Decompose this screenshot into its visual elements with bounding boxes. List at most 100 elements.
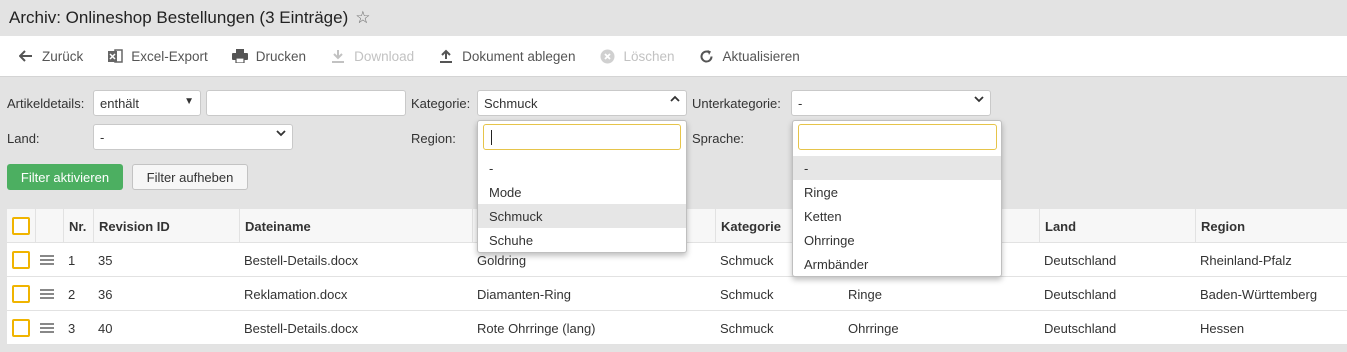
kategorie-option[interactable]: - bbox=[478, 156, 686, 180]
row-checkbox-cell bbox=[7, 277, 30, 311]
title-bar: Archiv: Onlineshop Bestellungen (3 Eintr… bbox=[0, 0, 1347, 36]
delete-label: Löschen bbox=[623, 48, 675, 64]
cell-nr: 3 bbox=[68, 320, 76, 336]
unterkategorie-option[interactable]: Armbänder bbox=[793, 252, 1001, 276]
cell-kategorie: Schmuck bbox=[720, 252, 774, 268]
unterkategorie-option[interactable]: Ringe bbox=[793, 180, 1001, 204]
arrow-left-icon bbox=[18, 48, 34, 64]
cell-artikel: Diamanten-Ring bbox=[477, 286, 571, 302]
cell-unterkategorie: Ohrringe bbox=[848, 320, 899, 336]
kategorie-label: Kategorie: bbox=[411, 96, 471, 111]
chevron-down-icon bbox=[974, 95, 984, 106]
kategorie-value: Schmuck bbox=[484, 95, 538, 111]
download-button[interactable]: Download bbox=[330, 48, 414, 64]
cell-region: Baden-Württemberg bbox=[1200, 286, 1318, 302]
cell-land: Deutschland bbox=[1044, 252, 1117, 268]
cell-nr: 1 bbox=[68, 252, 76, 268]
cell-kategorie: Schmuck bbox=[720, 286, 774, 302]
cell-unterkategorie: Ringe bbox=[848, 286, 882, 302]
filter-apply-button[interactable]: Filter aktivieren bbox=[7, 164, 123, 190]
cell-kategorie: Schmuck bbox=[720, 320, 774, 336]
kategorie-option[interactable]: Schmuck bbox=[478, 204, 686, 228]
cell-dateiname: Reklamation.docx bbox=[244, 286, 348, 302]
header-revision-id[interactable]: Revision ID bbox=[93, 209, 239, 243]
region-label: Region: bbox=[411, 131, 456, 146]
back-label: Zurück bbox=[42, 48, 84, 64]
print-label: Drucken bbox=[255, 48, 307, 64]
chevron-up-icon bbox=[670, 95, 680, 106]
cell-revision-id: 35 bbox=[98, 252, 113, 268]
cell-region: Rheinland-Pfalz bbox=[1200, 252, 1292, 268]
artikeldetails-operator-value: enthält bbox=[100, 95, 140, 111]
sprache-label: Sprache: bbox=[692, 131, 745, 146]
unterkategorie-label: Unterkategorie: bbox=[692, 96, 781, 111]
land-value: - bbox=[100, 129, 105, 145]
excel-icon bbox=[107, 48, 124, 64]
printer-icon bbox=[231, 48, 248, 64]
unterkategorie-value: - bbox=[798, 95, 803, 111]
drag-handle-icon[interactable] bbox=[35, 243, 54, 277]
kategorie-option[interactable]: Schuhe bbox=[478, 228, 686, 252]
cell-dateiname: Bestell-Details.docx bbox=[244, 252, 359, 268]
artikeldetails-label: Artikeldetails: bbox=[7, 96, 85, 111]
cell-artikel: Rote Ohrringe (lang) bbox=[477, 320, 596, 336]
select-all-cell bbox=[7, 209, 35, 243]
cell-land: Deutschland bbox=[1044, 320, 1117, 336]
header-nr[interactable]: Nr. bbox=[63, 209, 93, 243]
kategorie-dropdown-search[interactable] bbox=[483, 124, 681, 150]
star-outline-icon[interactable]: ☆ bbox=[355, 8, 370, 28]
row-checkbox[interactable] bbox=[12, 285, 30, 303]
kategorie-select[interactable]: Schmuck bbox=[477, 90, 687, 116]
drag-handle-icon[interactable] bbox=[35, 311, 54, 345]
excel-export-button[interactable]: Excel-Export bbox=[107, 48, 208, 64]
upload-icon bbox=[438, 48, 454, 64]
row-checkbox[interactable] bbox=[12, 319, 30, 337]
header-land[interactable]: Land bbox=[1039, 209, 1195, 243]
filter-clear-button[interactable]: Filter aufheben bbox=[132, 164, 248, 190]
table-row[interactable]: 3 40 Bestell-Details.docx Rote Ohrringe … bbox=[7, 311, 1347, 345]
land-label: Land: bbox=[7, 131, 40, 146]
row-checkbox-cell bbox=[7, 243, 30, 277]
drag-header-cell bbox=[35, 209, 63, 243]
toolbar: Zurück Excel-Export Drucken Download Dok… bbox=[0, 36, 1347, 77]
download-label: Download bbox=[354, 48, 415, 64]
refresh-button[interactable]: Aktualisieren bbox=[699, 48, 800, 64]
excel-export-label: Excel-Export bbox=[131, 48, 208, 64]
cell-revision-id: 36 bbox=[98, 286, 113, 302]
drag-handle-icon[interactable] bbox=[35, 277, 54, 311]
unterkategorie-option[interactable]: - bbox=[793, 156, 1001, 180]
cell-nr: 2 bbox=[68, 286, 76, 302]
cell-land: Deutschland bbox=[1044, 286, 1117, 302]
cell-dateiname: Bestell-Details.docx bbox=[244, 320, 359, 336]
kategorie-option[interactable]: Mode bbox=[478, 180, 686, 204]
chevron-down-icon bbox=[276, 129, 286, 140]
header-region[interactable]: Region bbox=[1195, 209, 1347, 243]
download-icon bbox=[330, 48, 346, 64]
unterkategorie-option[interactable]: Ohrringe bbox=[793, 228, 1001, 252]
caret-down-icon: ▼ bbox=[184, 96, 194, 107]
cell-revision-id: 40 bbox=[98, 320, 113, 336]
land-select[interactable]: - bbox=[93, 124, 293, 150]
artikeldetails-operator-select[interactable]: enthält ▼ bbox=[93, 90, 201, 116]
unterkategorie-dropdown: - Ringe Ketten Ohrringe Armbänder bbox=[792, 120, 1002, 277]
print-button[interactable]: Drucken bbox=[231, 48, 307, 64]
kategorie-dropdown: - Mode Schmuck Schuhe bbox=[477, 120, 687, 253]
unterkategorie-dropdown-search[interactable] bbox=[798, 124, 997, 150]
refresh-label: Aktualisieren bbox=[722, 48, 800, 64]
row-checkbox[interactable] bbox=[12, 251, 30, 269]
row-checkbox-cell bbox=[7, 311, 30, 345]
file-document-button[interactable]: Dokument ablegen bbox=[438, 48, 575, 64]
select-all-checkbox[interactable] bbox=[12, 217, 30, 235]
unterkategorie-option[interactable]: Ketten bbox=[793, 204, 1001, 228]
delete-button[interactable]: Löschen bbox=[599, 48, 675, 64]
table-row[interactable]: 2 36 Reklamation.docx Diamanten-Ring Sch… bbox=[7, 277, 1347, 311]
delete-icon bbox=[599, 48, 615, 64]
file-document-label: Dokument ablegen bbox=[462, 48, 576, 64]
refresh-icon bbox=[699, 48, 715, 64]
back-button[interactable]: Zurück bbox=[18, 48, 83, 64]
cell-region: Hessen bbox=[1200, 320, 1245, 336]
page-title: Archiv: Onlineshop Bestellungen (3 Eintr… bbox=[9, 8, 349, 27]
artikeldetails-input[interactable] bbox=[206, 90, 406, 116]
header-dateiname[interactable]: Dateiname bbox=[239, 209, 472, 243]
unterkategorie-select[interactable]: - bbox=[791, 90, 991, 116]
